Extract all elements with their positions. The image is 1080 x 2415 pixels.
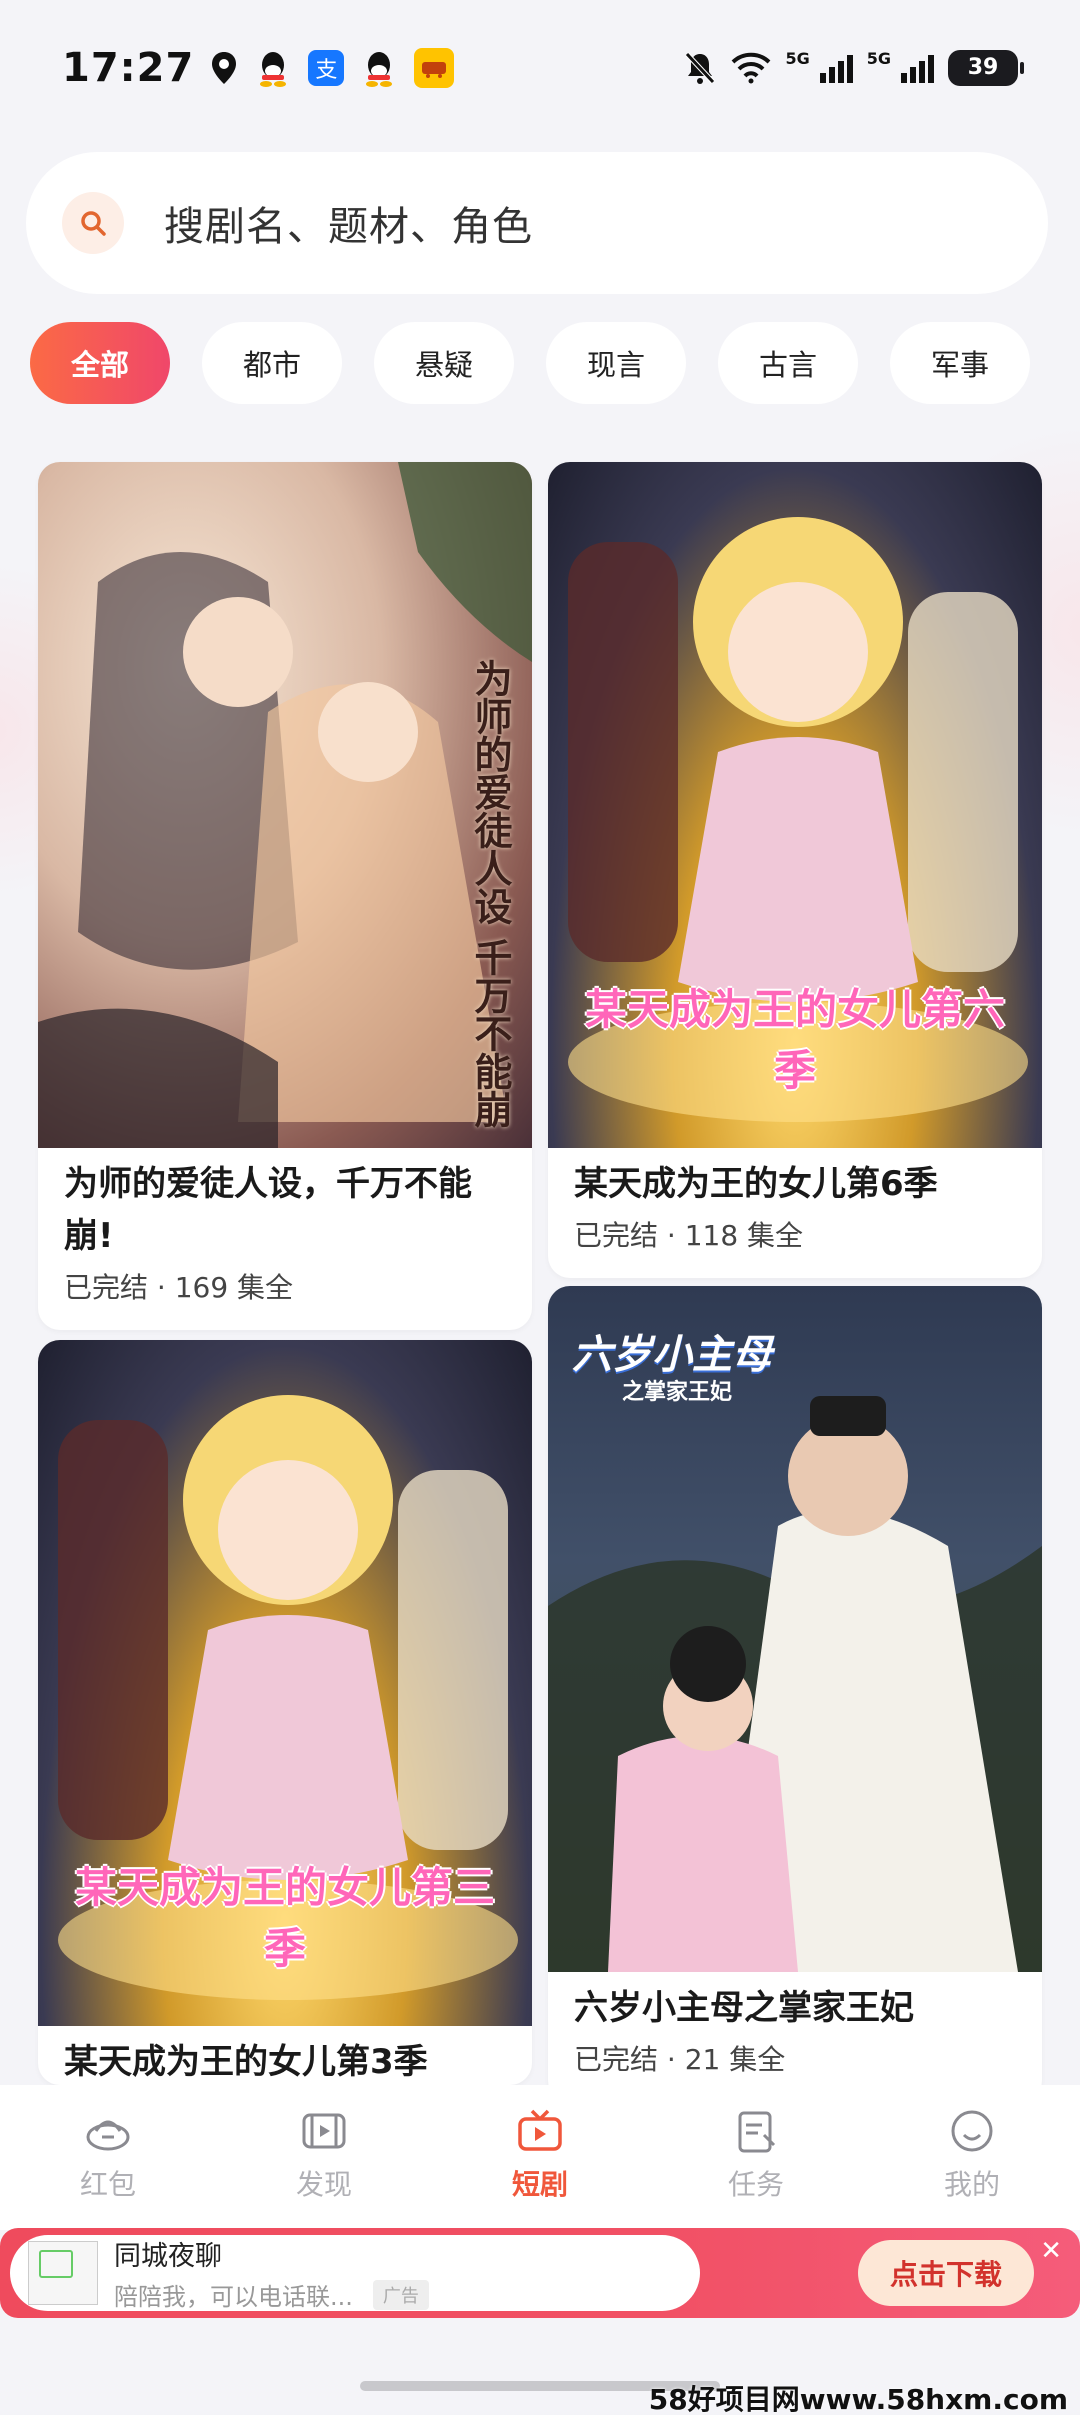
poster-caption: 六岁小主母 (572, 1332, 772, 1378)
drama-title: 某天成为王的女儿第6季 (574, 1164, 938, 1204)
profile-icon (951, 2110, 993, 2152)
drama-title: 六岁小主母之掌家王妃 (574, 1988, 914, 2028)
red-packet-icon (86, 2120, 130, 2151)
nav-label: 短剧 (511, 2168, 568, 2201)
ad-title: 同城夜聊 (114, 2241, 222, 2272)
taobao-icon (414, 47, 455, 88)
drama-card[interactable]: 某天成为王的女儿第六季 某天成为王的女儿第6季 已完结 · 118 集全 (548, 462, 1042, 1278)
task-icon (738, 2111, 776, 2153)
ad-subtitle: 陪陪我，可以电话联... (114, 2283, 353, 2311)
drama-poster: 六岁小主母 之掌家王妃 (548, 1286, 1042, 1972)
search-icon (62, 192, 124, 254)
drama-card[interactable]: 为师的爱徒人设 千万不能崩 为师的爱徒人设，千万不能崩! 已完结 · 169 集… (38, 462, 532, 1330)
nav-label: 我的 (943, 2168, 1000, 2201)
battery-icon: 39 (948, 49, 1024, 86)
signal-icon (819, 53, 853, 83)
close-icon[interactable]: ✕ (1040, 2236, 1062, 2266)
ad-label-badge: 广告 (372, 2279, 429, 2310)
drama-episode-info: 已完结 · 21 集全 (574, 2043, 786, 2076)
drama-poster: 为师的爱徒人设 千万不能崩 (38, 462, 532, 1148)
ad-download-button[interactable]: 点击下载 (858, 2240, 1034, 2306)
network-type-label: 5G (866, 49, 891, 68)
qq-icon (366, 51, 393, 87)
nav-item-tasks[interactable]: 任务 (676, 2105, 836, 2203)
nav-label: 红包 (79, 2168, 136, 2201)
short-drama-icon (518, 2109, 562, 2151)
nav-label: 任务 (727, 2168, 784, 2201)
wifi-icon (732, 52, 771, 83)
search-bar[interactable]: 搜剧名、题材、角色 (26, 152, 1048, 294)
filter-chip-suspense[interactable]: 悬疑 (374, 322, 514, 404)
network-type-label: 5G (785, 49, 810, 68)
nav-item-red-packet[interactable]: 红包 (28, 2105, 188, 2203)
filter-chip-city[interactable]: 都市 (202, 322, 342, 404)
search-placeholder: 搜剧名、题材、角色 (164, 204, 533, 250)
drama-poster: 某天成为王的女儿第六季 (548, 462, 1042, 1148)
poster-caption: 某天成为王的女儿第三季 (74, 1863, 495, 1973)
drama-title: 为师的爱徒人设，千万不能崩! (64, 1164, 472, 1256)
filter-chip-modern-romance[interactable]: 现言 (546, 322, 686, 404)
status-bar: 17:27 支 5G 5G 39 (0, 0, 1080, 135)
drama-title: 某天成为王的女儿第3季 (64, 2042, 428, 2082)
ad-image-placeholder-icon (28, 2241, 98, 2305)
filter-chip-ancient-romance[interactable]: 古言 (718, 322, 858, 404)
drama-card[interactable]: 某天成为王的女儿第三季 某天成为王的女儿第3季 (38, 1340, 532, 2085)
category-filter-bar: 全部 都市 悬疑 现言 古言 军事 (30, 322, 1030, 404)
nav-item-short-drama[interactable]: 短剧 (460, 2105, 620, 2203)
drama-card[interactable]: 六岁小主母 之掌家王妃 六岁小主母之掌家王妃 已完结 · 21 集全 (548, 1286, 1042, 2102)
drama-episode-info: 已完结 · 118 集全 (574, 1219, 804, 1252)
drama-poster: 某天成为王的女儿第三季 (38, 1340, 532, 2026)
filter-chip-all[interactable]: 全部 (30, 322, 170, 404)
signal-icon (901, 53, 934, 83)
watermark: 58好项目网www.58hxm.com (648, 2383, 1068, 2415)
qq-icon (260, 51, 287, 87)
drama-episode-info: 已完结 · 169 集全 (64, 1271, 294, 1304)
poster-caption: 为师的爱徒人设 千万不能崩 (468, 658, 513, 1128)
poster-subcaption: 之掌家王妃 (622, 1380, 733, 1405)
filter-chip-military[interactable]: 军事 (890, 322, 1030, 404)
status-time: 17:27 (62, 44, 195, 91)
mute-icon (685, 51, 716, 84)
poster-caption: 某天成为王的女儿第六季 (584, 985, 1005, 1095)
ad-content[interactable]: 同城夜聊 陪陪我，可以电话联... 广告 (10, 2235, 700, 2311)
ad-banner[interactable]: 同城夜聊 陪陪我，可以电话联... 广告 点击下载 ✕ (0, 2228, 1080, 2318)
bottom-navigation: 红包 发现 短剧 任务 我的 (0, 2085, 1080, 2230)
nav-item-discover[interactable]: 发现 (244, 2105, 404, 2203)
alipay-icon: 支 (308, 49, 345, 86)
nav-item-profile[interactable]: 我的 (892, 2105, 1052, 2203)
discover-icon (302, 2113, 346, 2149)
nav-label: 发现 (295, 2168, 352, 2201)
location-icon (212, 51, 237, 84)
battery-level: 39 (967, 55, 999, 80)
